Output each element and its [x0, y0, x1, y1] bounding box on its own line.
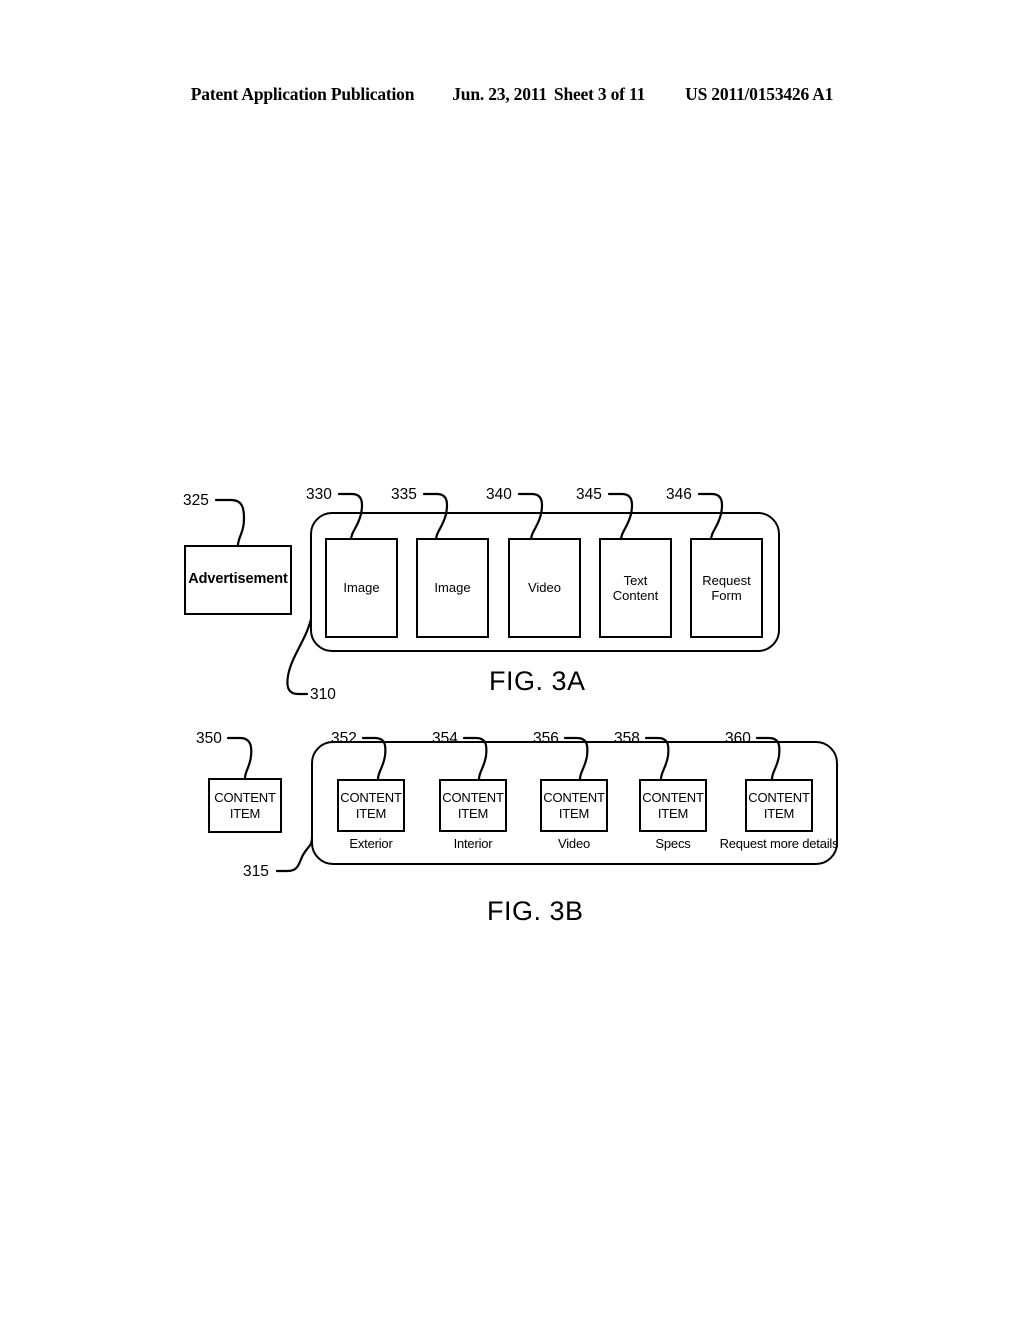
reference-numeral-356: 356 [533, 730, 559, 747]
content-item-label: CONTENT ITEM [442, 790, 504, 821]
reference-numeral-350: 350 [196, 730, 222, 747]
content-item-request-more-details[interactable]: CONTENT ITEM [745, 779, 813, 832]
content-item-exterior[interactable]: CONTENT ITEM [337, 779, 405, 832]
tab-label-specs[interactable]: Specs [639, 836, 707, 851]
content-item-label: CONTENT ITEM [214, 790, 276, 821]
content-item-specs[interactable]: CONTENT ITEM [639, 779, 707, 832]
content-item-label: CONTENT ITEM [642, 790, 704, 821]
tab-label-exterior[interactable]: Exterior [337, 836, 405, 851]
tab-label-video[interactable]: Video [540, 836, 608, 851]
reference-numeral-352: 352 [331, 730, 357, 747]
reference-numeral-360: 360 [725, 730, 751, 747]
standalone-content-item[interactable]: CONTENT ITEM [208, 778, 282, 833]
content-item-label: CONTENT ITEM [340, 790, 402, 821]
reference-numeral-354: 354 [432, 730, 458, 747]
content-item-label: CONTENT ITEM [748, 790, 810, 821]
figure-3b-caption: FIG. 3B [487, 896, 584, 926]
tab-label-interior[interactable]: Interior [439, 836, 507, 851]
reference-numeral-315: 315 [243, 863, 269, 880]
figure-3b-leader-lines [226, 736, 781, 873]
reference-numeral-358: 358 [614, 730, 640, 747]
tab-label-request-more-details[interactable]: Request more details [712, 836, 846, 851]
content-item-interior[interactable]: CONTENT ITEM [439, 779, 507, 832]
content-item-label: CONTENT ITEM [543, 790, 605, 821]
figure-3b: CONTENT ITEM CONTENT ITEM Exterior CONTE… [0, 0, 1024, 1320]
content-item-video[interactable]: CONTENT ITEM [540, 779, 608, 832]
